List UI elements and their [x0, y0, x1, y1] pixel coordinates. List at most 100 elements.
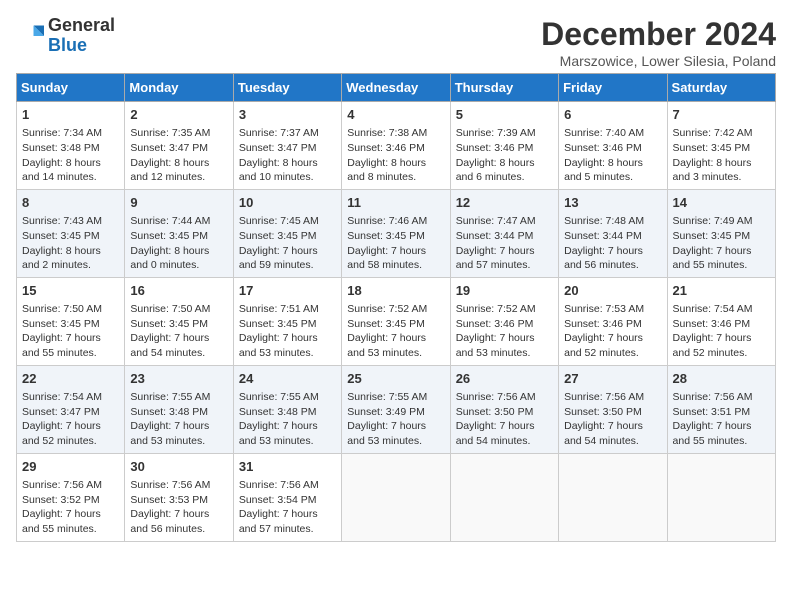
day-info: and 54 minutes.	[564, 434, 661, 449]
day-info: and 52 minutes.	[564, 346, 661, 361]
day-number: 23	[130, 370, 227, 388]
day-info: Sunrise: 7:50 AM	[130, 302, 227, 317]
day-info: Daylight: 8 hours	[22, 156, 119, 171]
day-number: 4	[347, 106, 444, 124]
calendar-table: SundayMondayTuesdayWednesdayThursdayFrid…	[16, 73, 776, 542]
day-info: Sunset: 3:48 PM	[130, 405, 227, 420]
day-info: and 53 minutes.	[456, 346, 553, 361]
day-number: 11	[347, 194, 444, 212]
day-info: Sunrise: 7:35 AM	[130, 126, 227, 141]
day-info: and 53 minutes.	[130, 434, 227, 449]
day-info: Daylight: 7 hours	[130, 507, 227, 522]
day-info: Daylight: 8 hours	[130, 244, 227, 259]
day-info: Daylight: 7 hours	[347, 331, 444, 346]
day-info: Sunset: 3:52 PM	[22, 493, 119, 508]
day-number: 9	[130, 194, 227, 212]
day-number: 8	[22, 194, 119, 212]
day-number: 15	[22, 282, 119, 300]
day-info: and 54 minutes.	[130, 346, 227, 361]
week-row-2: 8Sunrise: 7:43 AMSunset: 3:45 PMDaylight…	[17, 189, 776, 277]
day-info: Sunrise: 7:54 AM	[673, 302, 770, 317]
day-info: Daylight: 7 hours	[456, 419, 553, 434]
day-number: 14	[673, 194, 770, 212]
day-info: Sunset: 3:44 PM	[564, 229, 661, 244]
day-info: Sunrise: 7:49 AM	[673, 214, 770, 229]
day-number: 3	[239, 106, 336, 124]
day-info: Sunset: 3:53 PM	[130, 493, 227, 508]
day-info: Sunrise: 7:48 AM	[564, 214, 661, 229]
day-info: Daylight: 8 hours	[564, 156, 661, 171]
day-number: 2	[130, 106, 227, 124]
day-info: Sunrise: 7:54 AM	[22, 390, 119, 405]
day-info: Daylight: 7 hours	[239, 419, 336, 434]
day-info: and 12 minutes.	[130, 170, 227, 185]
day-info: Sunset: 3:45 PM	[130, 317, 227, 332]
day-info: Sunset: 3:46 PM	[347, 141, 444, 156]
logo: General Blue	[16, 16, 115, 56]
day-info: Sunset: 3:45 PM	[130, 229, 227, 244]
day-number: 7	[673, 106, 770, 124]
day-info: Sunrise: 7:44 AM	[130, 214, 227, 229]
day-info: and 56 minutes.	[564, 258, 661, 273]
day-cell: 15Sunrise: 7:50 AMSunset: 3:45 PMDayligh…	[17, 277, 125, 365]
day-info: Sunset: 3:50 PM	[564, 405, 661, 420]
week-row-4: 22Sunrise: 7:54 AMSunset: 3:47 PMDayligh…	[17, 365, 776, 453]
day-info: Sunrise: 7:56 AM	[239, 478, 336, 493]
day-number: 24	[239, 370, 336, 388]
day-info: Daylight: 7 hours	[22, 419, 119, 434]
day-info: Daylight: 7 hours	[564, 331, 661, 346]
day-info: Sunrise: 7:39 AM	[456, 126, 553, 141]
day-number: 1	[22, 106, 119, 124]
day-info: Sunset: 3:54 PM	[239, 493, 336, 508]
day-cell: 8Sunrise: 7:43 AMSunset: 3:45 PMDaylight…	[17, 189, 125, 277]
day-number: 25	[347, 370, 444, 388]
day-info: Daylight: 7 hours	[239, 507, 336, 522]
day-number: 6	[564, 106, 661, 124]
day-info: Daylight: 7 hours	[564, 244, 661, 259]
day-info: Daylight: 7 hours	[673, 331, 770, 346]
header-thursday: Thursday	[450, 74, 558, 102]
logo-line2: Blue	[48, 36, 115, 56]
day-info: Daylight: 7 hours	[130, 419, 227, 434]
day-info: and 6 minutes.	[456, 170, 553, 185]
day-number: 12	[456, 194, 553, 212]
day-info: and 59 minutes.	[239, 258, 336, 273]
day-info: Sunrise: 7:45 AM	[239, 214, 336, 229]
logo-line1: General	[48, 16, 115, 36]
day-info: Sunset: 3:45 PM	[22, 229, 119, 244]
day-cell: 7Sunrise: 7:42 AMSunset: 3:45 PMDaylight…	[667, 102, 775, 190]
day-info: Daylight: 8 hours	[22, 244, 119, 259]
day-cell: 18Sunrise: 7:52 AMSunset: 3:45 PMDayligh…	[342, 277, 450, 365]
day-cell: 14Sunrise: 7:49 AMSunset: 3:45 PMDayligh…	[667, 189, 775, 277]
day-number: 28	[673, 370, 770, 388]
day-info: Sunrise: 7:40 AM	[564, 126, 661, 141]
day-info: Sunrise: 7:50 AM	[22, 302, 119, 317]
day-info: Daylight: 7 hours	[22, 507, 119, 522]
day-info: Daylight: 7 hours	[673, 419, 770, 434]
day-info: and 55 minutes.	[22, 346, 119, 361]
day-cell: 19Sunrise: 7:52 AMSunset: 3:46 PMDayligh…	[450, 277, 558, 365]
day-info: and 55 minutes.	[22, 522, 119, 537]
title-area: December 2024 Marszowice, Lower Silesia,…	[541, 16, 776, 69]
day-info: and 52 minutes.	[22, 434, 119, 449]
header-monday: Monday	[125, 74, 233, 102]
day-cell: 30Sunrise: 7:56 AMSunset: 3:53 PMDayligh…	[125, 453, 233, 541]
day-info: Sunset: 3:46 PM	[564, 317, 661, 332]
day-info: Sunset: 3:49 PM	[347, 405, 444, 420]
day-info: Sunset: 3:45 PM	[239, 317, 336, 332]
day-cell	[450, 453, 558, 541]
page-header: General Blue December 2024 Marszowice, L…	[16, 16, 776, 69]
day-info: Sunset: 3:45 PM	[347, 229, 444, 244]
day-number: 17	[239, 282, 336, 300]
day-info: and 53 minutes.	[239, 434, 336, 449]
day-cell: 9 Sunrise: 7:44 AMSunset: 3:45 PMDaylight…	[125, 189, 233, 277]
day-info: Daylight: 7 hours	[456, 244, 553, 259]
day-info: Sunrise: 7:56 AM	[673, 390, 770, 405]
day-info: and 55 minutes.	[673, 258, 770, 273]
day-number: 27	[564, 370, 661, 388]
day-number: 21	[673, 282, 770, 300]
header-friday: Friday	[559, 74, 667, 102]
day-cell: 1Sunrise: 7:34 AMSunset: 3:48 PMDaylight…	[17, 102, 125, 190]
header-wednesday: Wednesday	[342, 74, 450, 102]
day-info: Daylight: 7 hours	[347, 419, 444, 434]
